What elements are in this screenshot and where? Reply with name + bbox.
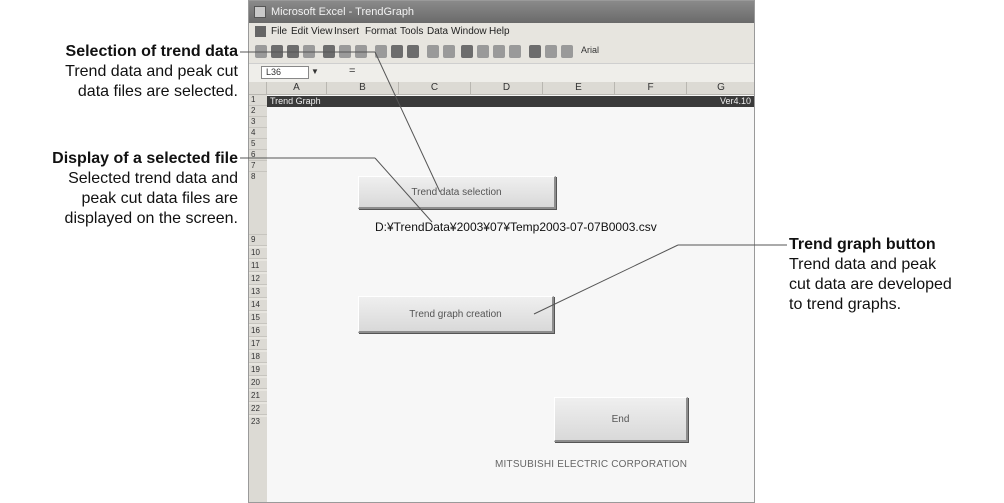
- callout-graph-line: cut data are developed: [789, 276, 952, 293]
- callout-graph-title: Trend graph button: [789, 236, 936, 253]
- column-header[interactable]: E: [543, 82, 615, 95]
- row-header[interactable]: 16: [249, 326, 267, 337]
- row-header[interactable]: 11: [249, 261, 267, 272]
- select-all-corner[interactable]: [249, 82, 267, 95]
- row-header[interactable]: 20: [249, 378, 267, 389]
- column-header[interactable]: G: [687, 82, 754, 95]
- row-header[interactable]: 12: [249, 274, 267, 285]
- menu-insert[interactable]: Insert: [334, 23, 359, 41]
- callout-display-line: peak cut data files are: [81, 190, 238, 207]
- callout-selection-line: Trend data and peak cut: [65, 63, 238, 80]
- hyperlink-icon[interactable]: [461, 45, 473, 58]
- callout-graph: Trend graph button Trend data and peak c…: [789, 235, 952, 315]
- row-header[interactable]: 3: [249, 117, 267, 128]
- row-header[interactable]: 6: [249, 150, 267, 161]
- menu-window[interactable]: Window: [451, 23, 487, 41]
- workbook-icon: [255, 26, 266, 37]
- callout-selection-title: Selection of trend data: [65, 43, 238, 60]
- row-header[interactable]: 4: [249, 128, 267, 139]
- row-header[interactable]: 14: [249, 300, 267, 311]
- row-header[interactable]: 1: [249, 95, 267, 106]
- row-header[interactable]: 7: [249, 161, 267, 172]
- copy-icon[interactable]: [391, 45, 403, 58]
- spelling-icon[interactable]: [355, 45, 367, 58]
- function-icon[interactable]: [493, 45, 505, 58]
- formula-marker: =: [349, 65, 356, 77]
- sheet-title-row: Trend Graph Ver4.10: [267, 96, 754, 107]
- menu-help[interactable]: Help: [489, 23, 510, 41]
- row-header[interactable]: 15: [249, 313, 267, 324]
- end-button[interactable]: End: [554, 397, 688, 442]
- chart-wizard-icon[interactable]: [529, 45, 541, 58]
- email-icon[interactable]: [303, 45, 315, 58]
- row-header[interactable]: 18: [249, 352, 267, 363]
- autosum-icon[interactable]: [477, 45, 489, 58]
- save-icon[interactable]: [287, 45, 299, 58]
- callout-graph-line: to trend graphs.: [789, 296, 902, 313]
- menu-data[interactable]: Data: [427, 23, 448, 41]
- new-icon[interactable]: [255, 45, 267, 58]
- manufacturer-label: MITSUBISHI ELECTRIC CORPORATION: [495, 459, 688, 470]
- cut-icon[interactable]: [375, 45, 387, 58]
- row-header[interactable]: 23: [249, 417, 267, 502]
- drawing-icon[interactable]: [545, 45, 557, 58]
- row-header[interactable]: 8: [249, 172, 267, 235]
- callout-selection-line: data files are selected.: [77, 83, 238, 100]
- redo-icon[interactable]: [443, 45, 455, 58]
- excel-app-icon: [254, 6, 266, 18]
- sheet-title: Trend Graph: [270, 96, 321, 106]
- menu-bar: File Edit View Insert Format Tools Data …: [249, 23, 754, 41]
- column-header[interactable]: D: [471, 82, 543, 95]
- callout-display: Display of a selected file Selected tren…: [52, 149, 238, 229]
- menu-edit[interactable]: Edit: [291, 23, 308, 41]
- menu-file[interactable]: File: [271, 23, 287, 41]
- chevron-down-icon[interactable]: ▼: [311, 67, 319, 76]
- menu-view[interactable]: View: [311, 23, 333, 41]
- callout-display-line: displayed on the screen.: [64, 210, 238, 227]
- print-preview-icon[interactable]: [339, 45, 351, 58]
- column-header[interactable]: B: [327, 82, 399, 95]
- callout-selection: Selection of trend data Trend data and p…: [65, 42, 238, 102]
- row-header[interactable]: 2: [249, 106, 267, 117]
- standard-toolbar: Arial: [249, 41, 754, 63]
- open-icon[interactable]: [271, 45, 283, 58]
- column-header[interactable]: F: [615, 82, 687, 95]
- row-header[interactable]: 10: [249, 248, 267, 259]
- callout-graph-line: Trend data and peak: [789, 256, 937, 273]
- title-bar: Microsoft Excel - TrendGraph: [249, 1, 754, 23]
- window-title: Microsoft Excel - TrendGraph: [271, 6, 415, 18]
- column-header[interactable]: C: [399, 82, 471, 95]
- trend-data-selection-button[interactable]: Trend data selection: [358, 176, 556, 209]
- row-header[interactable]: 5: [249, 139, 267, 150]
- font-name-box[interactable]: Arial: [581, 45, 599, 55]
- row-header[interactable]: 17: [249, 339, 267, 350]
- selected-file-path: D:¥TrendData¥2003¥07¥Temp2003-07-07B0003…: [375, 220, 657, 234]
- menu-format[interactable]: Format: [365, 23, 397, 41]
- name-box[interactable]: L36: [261, 66, 309, 79]
- formula-bar: L36 ▼ =: [249, 63, 754, 83]
- paste-icon[interactable]: [407, 45, 419, 58]
- row-header[interactable]: 21: [249, 391, 267, 402]
- sort-icon[interactable]: [509, 45, 521, 58]
- column-header[interactable]: A: [267, 82, 327, 95]
- row-header[interactable]: 9: [249, 235, 267, 246]
- help-icon[interactable]: [561, 45, 573, 58]
- row-header[interactable]: 22: [249, 404, 267, 415]
- trend-graph-creation-button[interactable]: Trend graph creation: [358, 296, 554, 333]
- callout-display-line: Selected trend data and: [68, 170, 238, 187]
- row-header[interactable]: 19: [249, 365, 267, 376]
- version-label: Ver4.10: [719, 96, 751, 106]
- row-header[interactable]: 13: [249, 287, 267, 298]
- callout-display-title: Display of a selected file: [52, 150, 238, 167]
- undo-icon[interactable]: [427, 45, 439, 58]
- print-icon[interactable]: [323, 45, 335, 58]
- menu-tools[interactable]: Tools: [400, 23, 423, 41]
